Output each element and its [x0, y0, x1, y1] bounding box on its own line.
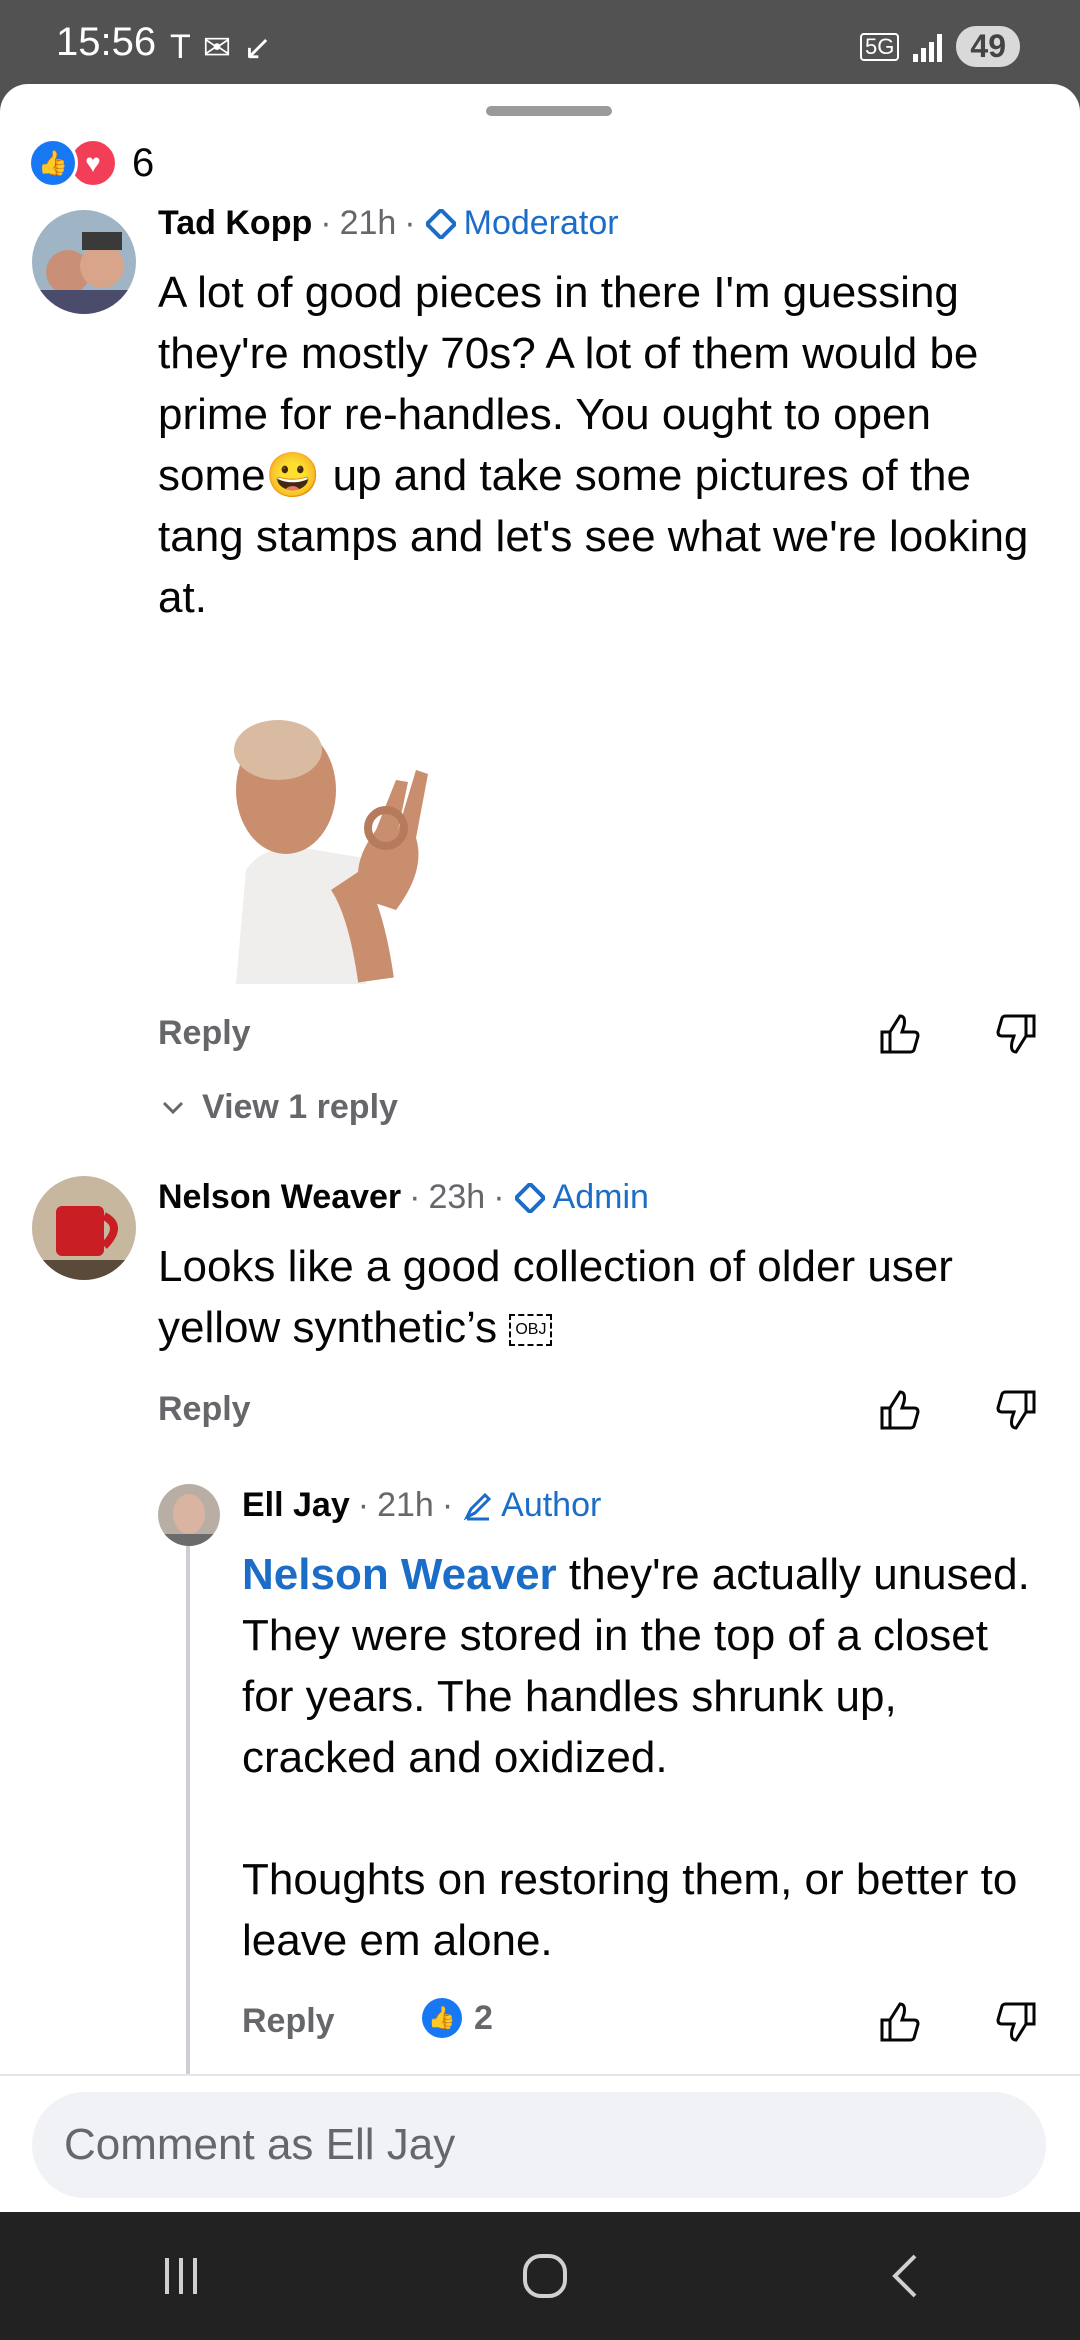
- like-reaction-icon: 👍: [422, 1998, 462, 2038]
- battery-level: 49: [956, 26, 1020, 67]
- comment-body: Nelson Weaver they're actually unused. T…: [242, 1544, 1048, 1971]
- pencil-icon: [463, 1492, 492, 1520]
- thumbs-up-icon[interactable]: [878, 1388, 922, 1432]
- view-replies-button[interactable]: View 1 reply: [158, 1088, 398, 1127]
- network-type: 5G: [860, 32, 900, 61]
- mail-icon: ✉: [202, 29, 232, 67]
- status-bar: 15:56 T ✉ ↙ 5G 49: [0, 0, 1080, 86]
- thumbs-up-icon[interactable]: [878, 2000, 922, 2044]
- commenter-name[interactable]: Ell Jay: [242, 1486, 350, 1525]
- back-icon[interactable]: [887, 2252, 921, 2300]
- comments-sheet: 👍 ♥ 6 Tad Kopp · 21h · Moderator A lot o…: [0, 84, 1080, 2212]
- thumbs-down-icon[interactable]: [994, 2000, 1038, 2044]
- mention-link[interactable]: Nelson Weaver: [242, 1550, 557, 1599]
- comment-body: A lot of good pieces in there I'm guessi…: [158, 262, 1048, 628]
- like-count-value: 2: [474, 1998, 493, 2037]
- avatar-sticker[interactable]: [226, 720, 450, 984]
- comment-age[interactable]: 23h: [428, 1178, 485, 1217]
- tesla-icon: T: [170, 28, 191, 66]
- reaction-count: 6: [132, 140, 155, 185]
- badge-label: Admin: [552, 1178, 649, 1216]
- badge-diamond-icon: [425, 208, 456, 239]
- avatar-image: [32, 1176, 136, 1280]
- signal-icon: [913, 32, 943, 62]
- separator: ·: [409, 1178, 421, 1216]
- view-replies-label: View 1 reply: [202, 1088, 398, 1126]
- admin-badge: Admin: [514, 1178, 649, 1217]
- comment-text: Looks like a good collection of older us…: [158, 1242, 966, 1352]
- comment-like-count[interactable]: 👍 2: [422, 1998, 493, 2038]
- comment-composer-bar: Comment as Ell Jay: [0, 2074, 1080, 2212]
- commenter-name[interactable]: Nelson Weaver: [158, 1178, 401, 1217]
- notification-icons: T ✉ ↙: [170, 28, 272, 68]
- badge-diamond-icon: [514, 1182, 545, 1213]
- like-reaction-icon: 👍: [28, 138, 78, 188]
- comment-age[interactable]: 21h: [377, 1486, 434, 1525]
- separator: ·: [441, 1486, 454, 1524]
- avatar-image: [158, 1484, 220, 1546]
- avatar[interactable]: [32, 210, 136, 314]
- grinning-emoji-icon: 😀: [265, 451, 321, 500]
- separator: ·: [320, 204, 332, 242]
- chevron-down-icon: [162, 1101, 184, 1114]
- thumbs-down-icon[interactable]: [994, 1012, 1038, 1056]
- reaction-summary[interactable]: 👍 ♥ 6: [28, 138, 154, 188]
- badge-label: Moderator: [463, 204, 619, 242]
- moderator-badge: Moderator: [425, 204, 619, 243]
- avatar[interactable]: [158, 1484, 220, 1546]
- avatar[interactable]: [32, 1176, 136, 1280]
- comment-age[interactable]: 21h: [340, 204, 397, 243]
- recents-icon[interactable]: [159, 2256, 203, 2296]
- reply-button[interactable]: Reply: [158, 1014, 251, 1053]
- separator: ·: [404, 204, 416, 242]
- avatar-image: [32, 210, 136, 314]
- author-badge: Author: [463, 1486, 601, 1525]
- comment-header: Ell Jay · 21h · Author: [242, 1486, 601, 1525]
- status-time: 15:56: [56, 20, 157, 64]
- badge-label: Author: [501, 1486, 602, 1524]
- home-icon[interactable]: [521, 2252, 569, 2300]
- system-navigation-bar: [0, 2212, 1080, 2340]
- thumbs-up-icon[interactable]: [878, 1012, 922, 1056]
- reply-thread-line: [186, 1520, 190, 2160]
- separator: ·: [493, 1178, 505, 1216]
- comment-header: Tad Kopp · 21h · Moderator: [158, 204, 619, 243]
- reply-button[interactable]: Reply: [158, 1390, 251, 1429]
- system-icons: 5G 49: [860, 26, 1020, 67]
- comment-input[interactable]: Comment as Ell Jay: [32, 2092, 1046, 2198]
- separator: ·: [357, 1486, 370, 1524]
- reply-button[interactable]: Reply: [242, 2002, 335, 2041]
- sheet-drag-handle[interactable]: [486, 106, 612, 116]
- commenter-name[interactable]: Tad Kopp: [158, 204, 312, 243]
- obj-placeholder: OBJ: [509, 1314, 553, 1347]
- thumbs-down-icon[interactable]: [994, 1388, 1038, 1432]
- missed-call-icon: ↙: [243, 29, 272, 67]
- comment-body: Looks like a good collection of older us…: [158, 1236, 1048, 1358]
- ok-hand-sticker: [234, 720, 428, 984]
- comment-text: they're actually unused. They were store…: [242, 1550, 1030, 1965]
- comment-header: Nelson Weaver · 23h · Admin: [158, 1178, 649, 1217]
